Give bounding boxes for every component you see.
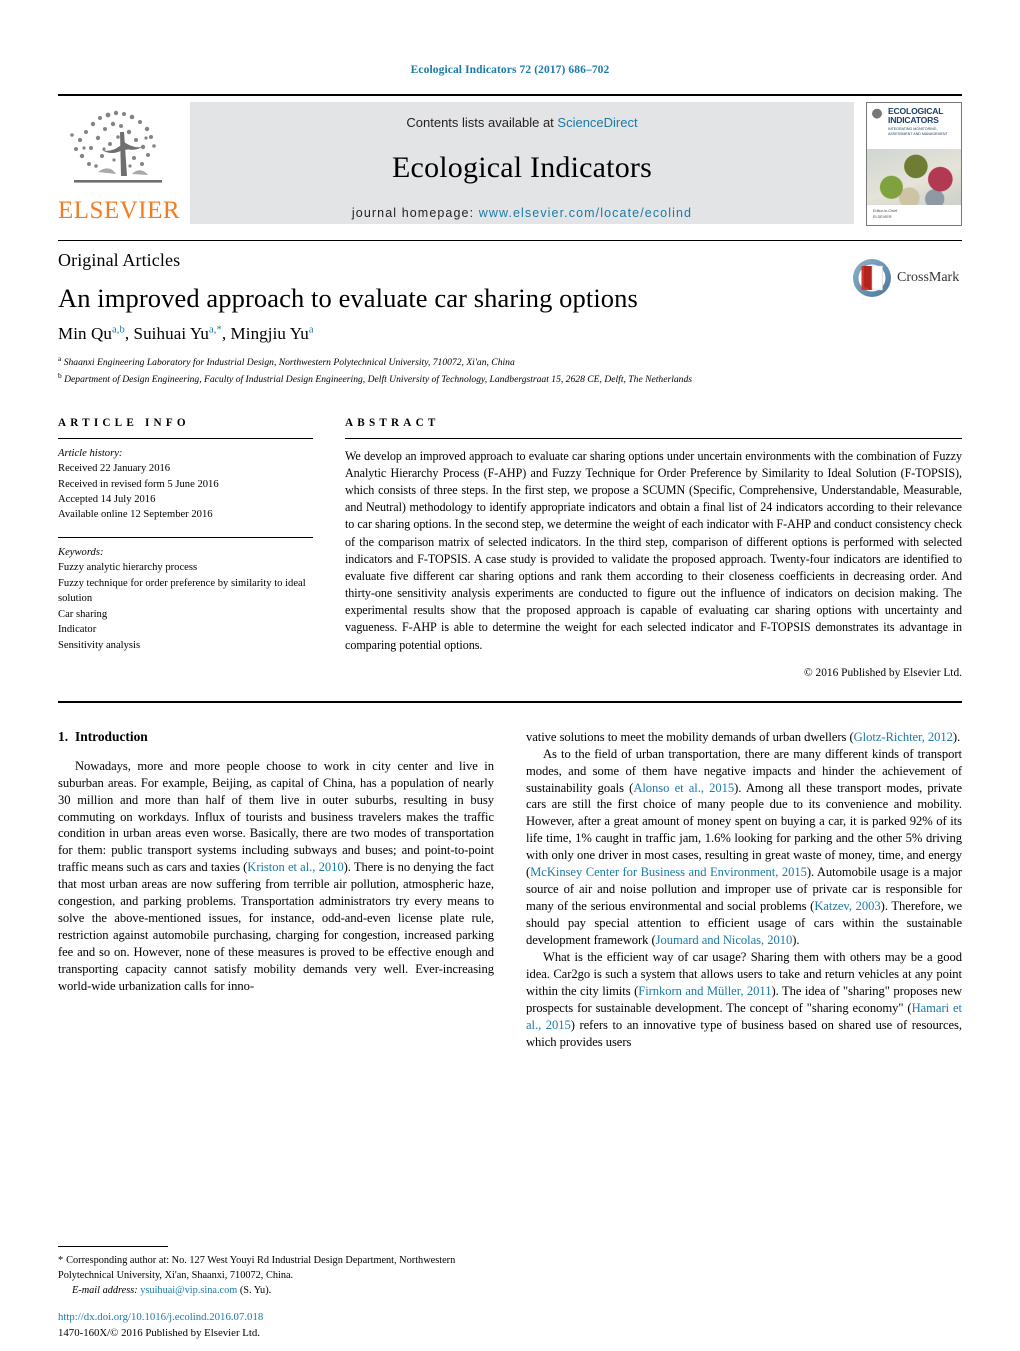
cover-subtitle: INTEGRATING MONITORING, ASSESSMENT AND M…	[888, 127, 948, 136]
cover-header: ECOLOGICAL INDICATORS INTEGRATING MONITO…	[867, 103, 961, 149]
history-item-3: Available online 12 September 2016	[58, 509, 213, 521]
crossmark-badge-group[interactable]: CrossMark	[852, 255, 962, 301]
crossmark-label: CrossMark	[897, 270, 960, 285]
contents-prefix: Contents lists available at	[406, 115, 558, 130]
body-column-right: vative solutions to meet the mobility de…	[526, 729, 962, 1051]
abstract-copyright: © 2016 Published by Elsevier Ltd.	[804, 666, 962, 679]
abstract-column: ABSTRACT We develop an improved approach…	[345, 417, 962, 679]
author-1-marks[interactable]: a,*	[209, 325, 222, 336]
cover-footer-line2: ELSEVIER	[873, 214, 892, 219]
cover-photo	[867, 149, 961, 207]
paragraph-intro-1-cont: vative solutions to meet the mobility de…	[526, 729, 961, 744]
author-0: Min Qua,b	[58, 324, 125, 344]
journal-title: Ecological Indicators	[392, 151, 652, 184]
section-number: 1.	[58, 728, 69, 744]
author-2-marks[interactable]: a	[309, 325, 314, 336]
keyword-0: Fuzzy analytic hierarchy process	[58, 562, 198, 574]
contents-line: Contents lists available at ScienceDirec…	[190, 102, 854, 130]
divider-abstract-top	[345, 437, 962, 439]
citation-kriston[interactable]: Kriston et al., 2010	[247, 860, 343, 874]
sciencedirect-link[interactable]: ScienceDirect	[557, 115, 637, 130]
affiliation-b: b Department of Design Engineering, Facu…	[58, 370, 692, 385]
cover-title-line2: INDICATORS	[888, 115, 939, 126]
email-suffix: (S. Yu).	[239, 1285, 272, 1297]
journal-cover-thumbnail: ECOLOGICAL INDICATORS INTEGRATING MONITO…	[866, 102, 962, 226]
elsevier-wordmark: ELSEVIER	[58, 197, 181, 224]
footnote-block: * Corresponding author at: No. 127 West Y…	[58, 1246, 489, 1299]
affiliation-a: a Shaanxi Engineering Laboratory for Ind…	[58, 354, 515, 369]
journal-homepage-line: journal homepage: www.elsevier.com/locat…	[190, 206, 854, 220]
issn-copyright-line: 1470-160X/© 2016 Published by Elsevier L…	[58, 1326, 260, 1339]
footnote-text: Corresponding author at: No. 127 West Yo…	[58, 1255, 456, 1281]
citation-alonso[interactable]: Alonso et al., 2015	[633, 781, 734, 795]
cover-footer: Editor-in-Chief ELSEVIER	[867, 205, 961, 225]
paragraph-intro-2: As to the field of urban transportation,…	[526, 746, 963, 947]
footnote-star: *	[58, 1255, 64, 1267]
author-2: Mingjiu Yua	[230, 324, 314, 344]
article-history-label: Article history:	[58, 447, 123, 459]
article-info-column: ARTICLE INFO Article history: Received 2…	[58, 417, 313, 679]
journal-banner: Contents lists available at ScienceDirec…	[190, 102, 854, 224]
paper-page: Ecological Indicators 72 (2017) 686–702	[0, 0, 1020, 1351]
info-abstract-row: ARTICLE INFO Article history: Received 2…	[58, 417, 962, 679]
citation-katzev[interactable]: Katzev, 2003	[814, 899, 880, 913]
article-history-block: Article history: Received 22 January 201…	[58, 446, 313, 523]
elsevier-tree-icon	[70, 110, 162, 183]
history-item-1: Received in revised form 5 June 2016	[58, 478, 219, 490]
keyword-3: Indicator	[58, 624, 97, 636]
keyword-2: Car sharing	[58, 608, 108, 620]
affiliation-list: a Shaanxi Engineering Laboratory for Ind…	[58, 354, 962, 386]
paragraph-intro-3: What is the efficient way of car usage? …	[526, 949, 962, 1049]
keywords-label: Keywords:	[58, 546, 104, 558]
keyword-4: Sensitivity analysis	[58, 639, 141, 651]
keyword-1: Fuzzy technique for order preference by …	[58, 577, 306, 605]
history-item-2: Accepted 14 July 2016	[58, 494, 156, 506]
running-head: Ecological Indicators 72 (2017) 686–702	[410, 64, 610, 76]
author-0-marks[interactable]: a,b	[112, 325, 125, 336]
divider-body-top	[58, 700, 962, 703]
citation-glotz-richter[interactable]: Glotz-Richter, 2012	[854, 730, 953, 744]
body-column-left: 1. Introduction Nowadays, more and more p…	[58, 729, 494, 1051]
keywords-block: Keywords: Fuzzy analytic hierarchy proce…	[58, 545, 313, 653]
footnote-email-line: E-mail address: ysuihuai@vip.sina.com (S…	[58, 1284, 489, 1299]
journal-masthead: ELSEVIER Contents lists available at Sci…	[58, 94, 962, 230]
homepage-url-link[interactable]: www.elsevier.com/locate/ecolind	[479, 206, 692, 220]
citation-firnkorn[interactable]: Firnkorn and Müller, 2011	[638, 984, 771, 998]
citation-mckinsey[interactable]: McKinsey Center for Business and Environ…	[530, 865, 807, 879]
doi-footer: http://dx.doi.org/10.1016/j.ecolind.2016…	[58, 1310, 558, 1341]
author-list: Min Qua,b, Suihuai Yua,*, Mingjiu Yua	[58, 324, 314, 344]
crossmark-icon	[853, 259, 891, 297]
body-columns: 1. Introduction Nowadays, more and more p…	[58, 729, 962, 1051]
page-title: An improved approach to evaluate car sha…	[58, 283, 638, 313]
section-heading-introduction: 1. Introduction	[58, 729, 494, 745]
cover-elsevier-tree-icon	[871, 108, 883, 124]
citation-joumard[interactable]: Joumard and Nicolas, 2010	[656, 933, 793, 947]
paragraph-intro-1: Nowadays, more and more people choose to…	[58, 758, 494, 993]
author-1: Suihuai Yua,*	[133, 324, 222, 344]
article-section-label: Original Articles	[58, 250, 181, 270]
corresponding-author-note: * Corresponding author at: No. 127 West Y…	[58, 1254, 489, 1299]
article-info-heading: ARTICLE INFO	[58, 416, 190, 429]
history-item-0: Received 22 January 2016	[58, 463, 171, 475]
article-header: CrossMark Original Articles An improved …	[58, 240, 962, 387]
homepage-prefix: journal homepage:	[351, 206, 479, 220]
abstract-heading: ABSTRACT	[345, 416, 440, 429]
doi-link[interactable]: http://dx.doi.org/10.1016/j.ecolind.2016…	[58, 1310, 558, 1325]
email-label: E-mail address:	[72, 1285, 138, 1297]
elsevier-logo: ELSEVIER	[58, 102, 181, 224]
divider-info-mid	[58, 536, 313, 538]
abstract-text: We develop an improved approach to evalu…	[345, 448, 962, 652]
email-link[interactable]: ysuihuai@vip.sina.com	[140, 1285, 237, 1296]
footnote-rule	[58, 1246, 168, 1248]
divider-info-top	[58, 437, 313, 439]
section-title: Introduction	[75, 728, 148, 744]
